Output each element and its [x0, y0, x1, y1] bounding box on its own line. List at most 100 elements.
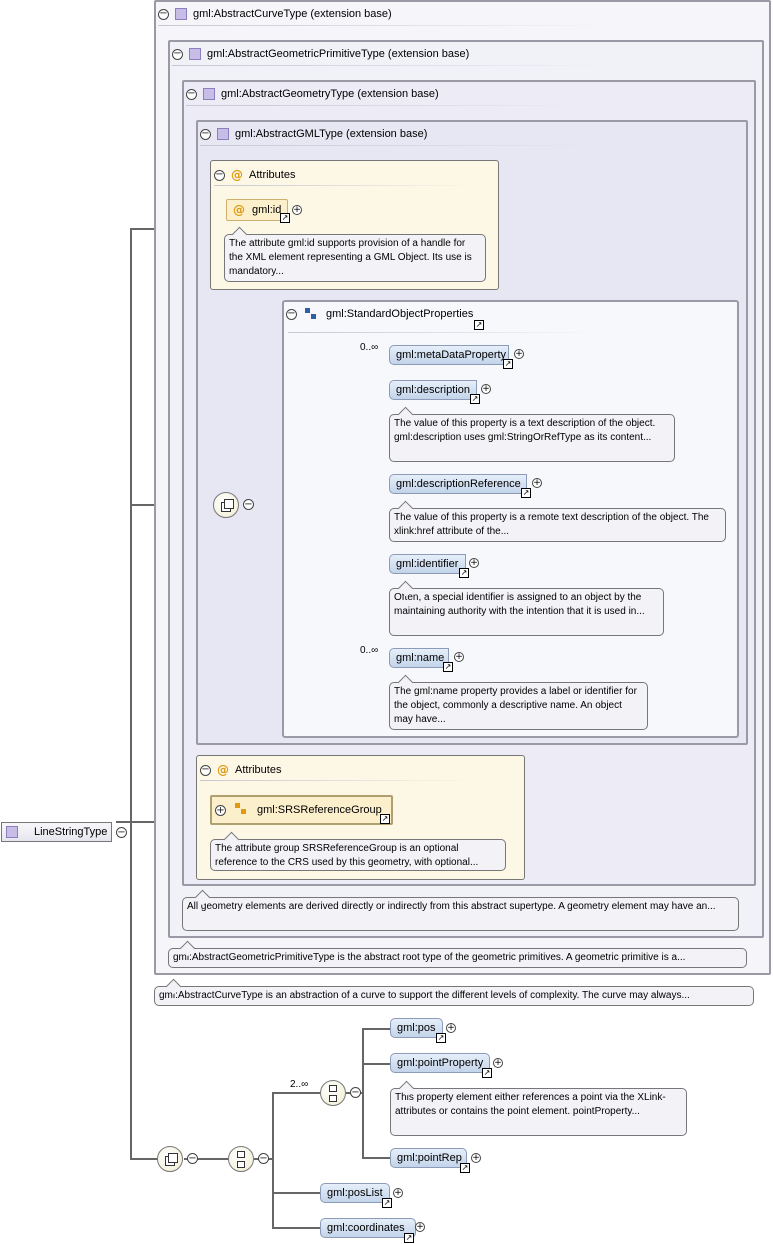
sequence-compositor-icon[interactable] [213, 492, 239, 518]
choice-compositor-icon[interactable] [228, 1146, 254, 1172]
element-point-property[interactable]: gml:pointProperty [390, 1053, 490, 1073]
connector-to-pos [362, 1028, 390, 1030]
header-underline [214, 185, 474, 186]
link-arrow-icon[interactable]: ↗ [474, 320, 484, 330]
element-meta-data-property[interactable]: gml:metaDataProperty [389, 345, 509, 365]
occurrence-label: 0..∞ [360, 342, 379, 353]
connector-trunk [130, 229, 132, 1159]
base-abstract-geometry-type-header: − gml:AbstractGeometryType (extension ba… [186, 88, 439, 100]
attribute-icon: @ [217, 763, 229, 777]
collapse-toggle[interactable]: − [186, 88, 197, 100]
base-abstract-curve-type-header: − gml:AbstractCurveType (extension base) [158, 8, 392, 20]
expand-icon[interactable]: + [292, 205, 302, 215]
expand-icon[interactable]: + [471, 1153, 481, 1163]
base-abstract-geometry-type-note: All geometry elements are derived direct… [182, 897, 739, 931]
sequence-collapse-toggle[interactable]: − [243, 499, 254, 510]
link-arrow-icon[interactable]: ↗ [470, 394, 480, 404]
element-point-rep[interactable]: gml:pointRep [390, 1148, 467, 1168]
element-description-reference-note: The value of this property is a remote t… [389, 508, 726, 542]
expand-icon[interactable]: + [446, 1023, 456, 1033]
sequence-collapse-toggle[interactable]: − [187, 1153, 198, 1164]
expand-icon[interactable]: + [532, 478, 542, 488]
complex-type-icon [189, 48, 201, 60]
header-underline [158, 25, 618, 26]
choice-collapse-toggle[interactable]: − [258, 1153, 269, 1164]
attribute-gml-id[interactable]: @ gml:id [226, 199, 288, 221]
complex-type-icon [217, 128, 229, 140]
link-arrow-icon[interactable]: ↗ [460, 1163, 470, 1173]
occurrence-label: 0..∞ [360, 645, 379, 656]
header-underline [186, 105, 586, 106]
element-name-note: The gml:name property provides a label o… [389, 682, 648, 730]
choice-card [237, 1161, 245, 1168]
choice-compositor-icon[interactable] [320, 1080, 346, 1106]
sequence-compositor-icon[interactable] [157, 1146, 183, 1172]
connector-to-pointrep [362, 1157, 390, 1159]
base-label: gml:AbstractGeometricPrimitiveType (exte… [207, 48, 470, 60]
connector-to-pointproperty [362, 1063, 390, 1065]
base-abstract-geometric-primitive-type-note: gml:AbstractGeometricPrimitiveType is th… [168, 948, 747, 968]
link-arrow-icon[interactable]: ↗ [459, 568, 469, 578]
expand-icon[interactable]: + [393, 1188, 403, 1198]
attribute-group-label: gml:SRSReferenceGroup [257, 804, 382, 816]
element-coordinates[interactable]: gml:coordinates [320, 1218, 416, 1238]
element-identifier[interactable]: gml:identifier [389, 554, 466, 574]
header-underline [172, 65, 612, 66]
attribute-gml-id-note: The attribute gml:id supports provision … [224, 234, 486, 282]
base-abstract-geometric-primitive-type-header: − gml:AbstractGeometricPrimitiveType (ex… [172, 48, 469, 60]
link-arrow-icon[interactable]: ↗ [382, 1198, 392, 1208]
connector-to-seq3 [130, 1158, 158, 1160]
element-description-reference[interactable]: gml:descriptionReference [389, 474, 527, 494]
expand-icon[interactable]: + [481, 384, 491, 394]
connector-to-choice2 [272, 1092, 320, 1094]
complex-type-icon [175, 8, 187, 20]
expand-icon[interactable]: + [469, 558, 479, 568]
link-arrow-icon[interactable]: ↗ [503, 359, 513, 369]
collapse-toggle[interactable]: − [214, 169, 225, 181]
complex-type-icon [6, 826, 18, 838]
expand-icon[interactable]: + [514, 349, 524, 359]
element-description[interactable]: gml:description [389, 380, 477, 400]
element-pos-list[interactable]: gml:posList [320, 1183, 390, 1203]
attributes-title: Attributes [249, 169, 296, 181]
attribute-group-icon [235, 803, 247, 815]
attribute-group-srs-reference-group[interactable]: + gml:SRSReferenceGroup [210, 795, 393, 825]
header-underline [288, 332, 598, 333]
attribute-label: gml:id [252, 204, 282, 216]
attribute-icon: @ [233, 203, 245, 217]
expand-icon[interactable]: + [493, 1058, 503, 1068]
complex-type-icon [203, 88, 215, 100]
link-arrow-icon[interactable]: ↗ [436, 1033, 446, 1043]
standard-object-properties-header: − gml:StandardObjectProperties [286, 308, 473, 320]
link-arrow-icon[interactable]: ↗ [404, 1233, 414, 1243]
root-element-box[interactable]: LineStringType [1, 822, 112, 842]
element-point-property-note: This property element either references … [390, 1088, 687, 1136]
expand-toggle[interactable]: + [215, 805, 226, 816]
link-arrow-icon[interactable]: ↗ [521, 488, 531, 498]
header-underline [200, 780, 480, 781]
group-icon [305, 308, 317, 320]
choice-card [237, 1151, 245, 1158]
link-arrow-icon[interactable]: ↗ [280, 213, 290, 223]
collapse-toggle[interactable]: − [158, 8, 169, 20]
sequence-card [168, 1153, 178, 1163]
base-label: gml:AbstractGMLType (extension base) [235, 128, 428, 140]
link-arrow-icon[interactable]: ↗ [443, 662, 453, 672]
root-collapse-toggle[interactable]: − [116, 827, 127, 838]
group-label: gml:StandardObjectProperties [326, 308, 474, 320]
collapse-toggle[interactable]: − [286, 308, 297, 320]
sequence-card [224, 499, 234, 509]
attributes-header: − @ Attributes [200, 763, 281, 777]
attribute-group-note: The attribute group SRSReferenceGroup is… [210, 839, 506, 871]
element-name[interactable]: gml:name [389, 648, 449, 668]
attribute-icon: @ [231, 168, 243, 182]
link-arrow-icon[interactable]: ↗ [380, 814, 390, 824]
attributes-header: − @ Attributes [214, 168, 295, 182]
expand-icon[interactable]: + [454, 652, 464, 662]
choice-collapse-toggle[interactable]: − [350, 1087, 361, 1098]
link-arrow-icon[interactable]: ↗ [482, 1068, 492, 1078]
expand-icon[interactable]: + [415, 1222, 425, 1232]
collapse-toggle[interactable]: − [200, 128, 211, 140]
collapse-toggle[interactable]: − [172, 48, 183, 60]
collapse-toggle[interactable]: − [200, 764, 211, 776]
